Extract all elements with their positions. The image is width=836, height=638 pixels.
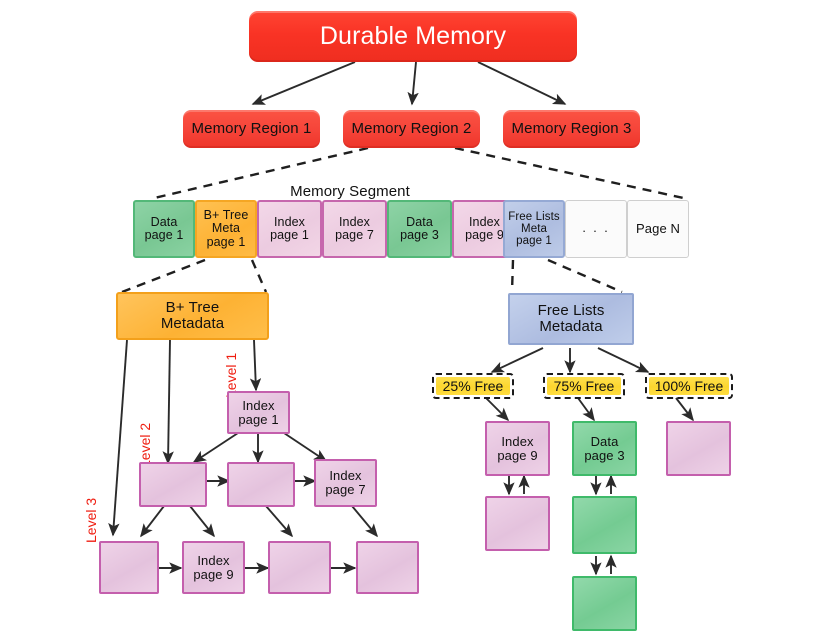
free-75-chain-node-1[interactable]: Data page 3 xyxy=(572,421,637,476)
segment-cell-data-page-3[interactable]: Data page 3 xyxy=(387,200,452,258)
free-bucket-label: 25% Free xyxy=(442,378,504,394)
segment-cell-label: Data page 3 xyxy=(400,214,439,242)
segment-cell-btree-meta-page-1[interactable]: B+ Tree Meta page 1 xyxy=(195,200,257,258)
durable-memory-title: Durable Memory xyxy=(249,11,577,62)
memory-region-3-label: Memory Region 3 xyxy=(511,120,632,138)
memory-region-2-label: Memory Region 2 xyxy=(351,120,472,138)
btree-node-label: Index page 9 xyxy=(193,552,234,582)
segment-cell-label: Index page 1 xyxy=(270,214,309,242)
free-bucket-tag-25-inner: 25% Free xyxy=(436,377,510,395)
free-bucket-tag-100[interactable]: 100% Free xyxy=(645,373,733,399)
free-lists-metadata-box[interactable]: Free Lists Metadata xyxy=(508,293,634,345)
btree-level3-node-index-page-9[interactable]: Index page 9 xyxy=(182,541,245,594)
segment-cell-ellipsis[interactable]: . . . xyxy=(565,200,627,258)
segment-cell-index-page-7[interactable]: Index page 7 xyxy=(322,200,387,258)
btree-level3-node-4[interactable] xyxy=(356,541,419,594)
btree-level2-node-1[interactable] xyxy=(139,462,207,507)
free-25-chain-node-2[interactable] xyxy=(485,496,550,551)
btree-level3-node-1[interactable] xyxy=(99,541,159,594)
free-bucket-tag-100-inner: 100% Free xyxy=(649,377,729,395)
btree-level2-node-index-page-7[interactable]: Index page 7 xyxy=(314,459,377,507)
segment-cell-index-page-1[interactable]: Index page 1 xyxy=(257,200,322,258)
durable-memory-label: Durable Memory xyxy=(319,22,507,51)
segment-cell-label: Free Lists Meta page 1 xyxy=(508,210,560,248)
segment-cell-label: B+ Tree Meta page 1 xyxy=(203,208,249,249)
free-chain-node-label: Index page 9 xyxy=(497,433,538,463)
free-75-chain-node-2[interactable] xyxy=(572,496,637,554)
free-chain-node-label: Data page 3 xyxy=(584,433,625,463)
segment-cell-free-lists-meta-page-1[interactable]: Free Lists Meta page 1 xyxy=(503,200,565,258)
level-3-text: Level 3 xyxy=(83,497,99,543)
segment-cell-label: Index page 9 xyxy=(465,214,504,242)
free-100-chain-node-1[interactable] xyxy=(666,421,731,476)
free-lists-metadata-label: Free Lists Metadata xyxy=(537,302,605,335)
memory-region-1-label: Memory Region 1 xyxy=(191,120,312,138)
btree-level2-node-2[interactable] xyxy=(227,462,295,507)
segment-cell-page-n[interactable]: Page N xyxy=(627,200,689,258)
free-75-chain-node-3[interactable] xyxy=(572,576,637,631)
free-25-chain-node-1[interactable]: Index page 9 xyxy=(485,421,550,476)
btree-level1-node-index-page-1[interactable]: Index page 1 xyxy=(227,391,290,434)
free-bucket-tag-75-inner: 75% Free xyxy=(547,377,621,395)
memory-segment-caption: Memory Segment xyxy=(255,182,445,202)
segment-cell-label: Index page 7 xyxy=(335,214,374,242)
memory-segment-caption-label: Memory Segment xyxy=(290,183,410,201)
free-bucket-label: 100% Free xyxy=(654,378,724,394)
btree-node-label: Index page 7 xyxy=(325,468,366,497)
btree-node-label: Index page 1 xyxy=(238,397,279,427)
btree-level3-node-3[interactable] xyxy=(268,541,331,594)
segment-cell-label: Data page 1 xyxy=(144,214,184,242)
segment-cell-data-page-1[interactable]: Data page 1 xyxy=(133,200,195,258)
memory-region-2: Memory Region 2 xyxy=(343,110,480,148)
btree-metadata-box[interactable]: B+ Tree Metadata xyxy=(116,292,269,340)
btree-metadata-label: B+ Tree Metadata xyxy=(160,299,225,332)
free-bucket-tag-75[interactable]: 75% Free xyxy=(543,373,625,399)
free-bucket-tag-25[interactable]: 25% Free xyxy=(432,373,514,399)
memory-region-3: Memory Region 3 xyxy=(503,110,640,148)
segment-cell-label: . . . xyxy=(582,221,610,236)
level-3-label: Level 3 xyxy=(83,498,99,543)
segment-cell-label: Page N xyxy=(636,221,680,237)
diagram-canvas: Durable Memory Memory Region 1 Memory Re… xyxy=(0,0,836,638)
free-bucket-label: 75% Free xyxy=(553,378,615,394)
memory-region-1: Memory Region 1 xyxy=(183,110,320,148)
